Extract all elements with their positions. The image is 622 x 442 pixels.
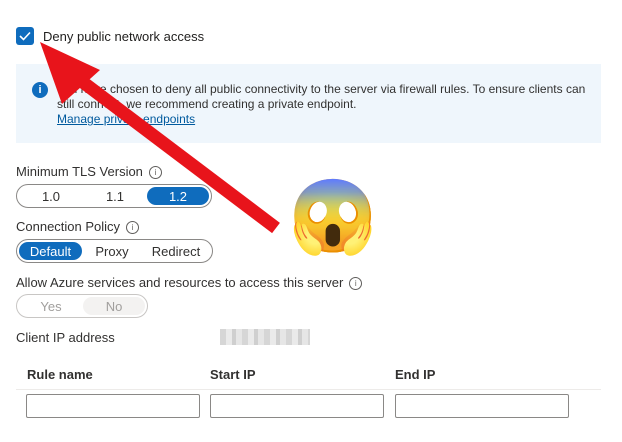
azure-option-yes[interactable]: Yes: [19, 297, 83, 315]
column-header-start-ip: Start IP: [210, 367, 256, 382]
screaming-face-emoji: 😱: [288, 177, 378, 257]
deny-public-access-label: Deny public network access: [43, 29, 205, 44]
column-header-end-ip: End IP: [395, 367, 436, 382]
connection-policy-selector: Default Proxy Redirect: [16, 239, 213, 263]
info-circle-icon[interactable]: i: [148, 166, 162, 179]
column-header-rule-name: Rule name: [27, 367, 93, 382]
info-message-text: You have chosen to deny all public conne…: [57, 82, 586, 111]
allow-azure-services-label-text: Allow Azure services and resources to ac…: [16, 275, 344, 290]
rule-name-input[interactable]: [26, 394, 200, 418]
policy-option-proxy[interactable]: Proxy: [82, 242, 142, 260]
manage-private-endpoints-link[interactable]: Manage private endpoints: [57, 112, 195, 126]
checkmark-icon: [19, 31, 31, 41]
info-circle-icon[interactable]: i: [349, 277, 363, 290]
tls-option-1-2[interactable]: 1.2: [147, 187, 209, 205]
tls-option-1-1[interactable]: 1.1: [83, 187, 147, 205]
tls-version-selector: 1.0 1.1 1.2: [16, 184, 212, 208]
policy-option-default[interactable]: Default: [19, 242, 82, 260]
client-ip-value-redacted: [220, 329, 310, 345]
allow-azure-services-label: Allow Azure services and resources to ac…: [16, 275, 363, 290]
connection-policy-label: Connection Policy i: [16, 219, 140, 234]
table-divider: [16, 389, 601, 390]
allow-azure-services-toggle: Yes No: [16, 294, 148, 318]
connection-policy-label-text: Connection Policy: [16, 219, 121, 234]
end-ip-input[interactable]: [395, 394, 569, 418]
start-ip-input[interactable]: [210, 394, 384, 418]
tls-option-1-0[interactable]: 1.0: [19, 187, 83, 205]
azure-option-no[interactable]: No: [83, 297, 145, 315]
client-ip-label: Client IP address: [16, 330, 115, 345]
deny-public-access-checkbox[interactable]: [16, 27, 34, 45]
info-circle-icon[interactable]: i: [126, 221, 140, 234]
tls-version-label: Minimum TLS Version i: [16, 164, 162, 179]
tls-version-label-text: Minimum TLS Version: [16, 164, 143, 179]
policy-option-redirect[interactable]: Redirect: [142, 242, 210, 260]
info-icon: i: [32, 82, 48, 98]
